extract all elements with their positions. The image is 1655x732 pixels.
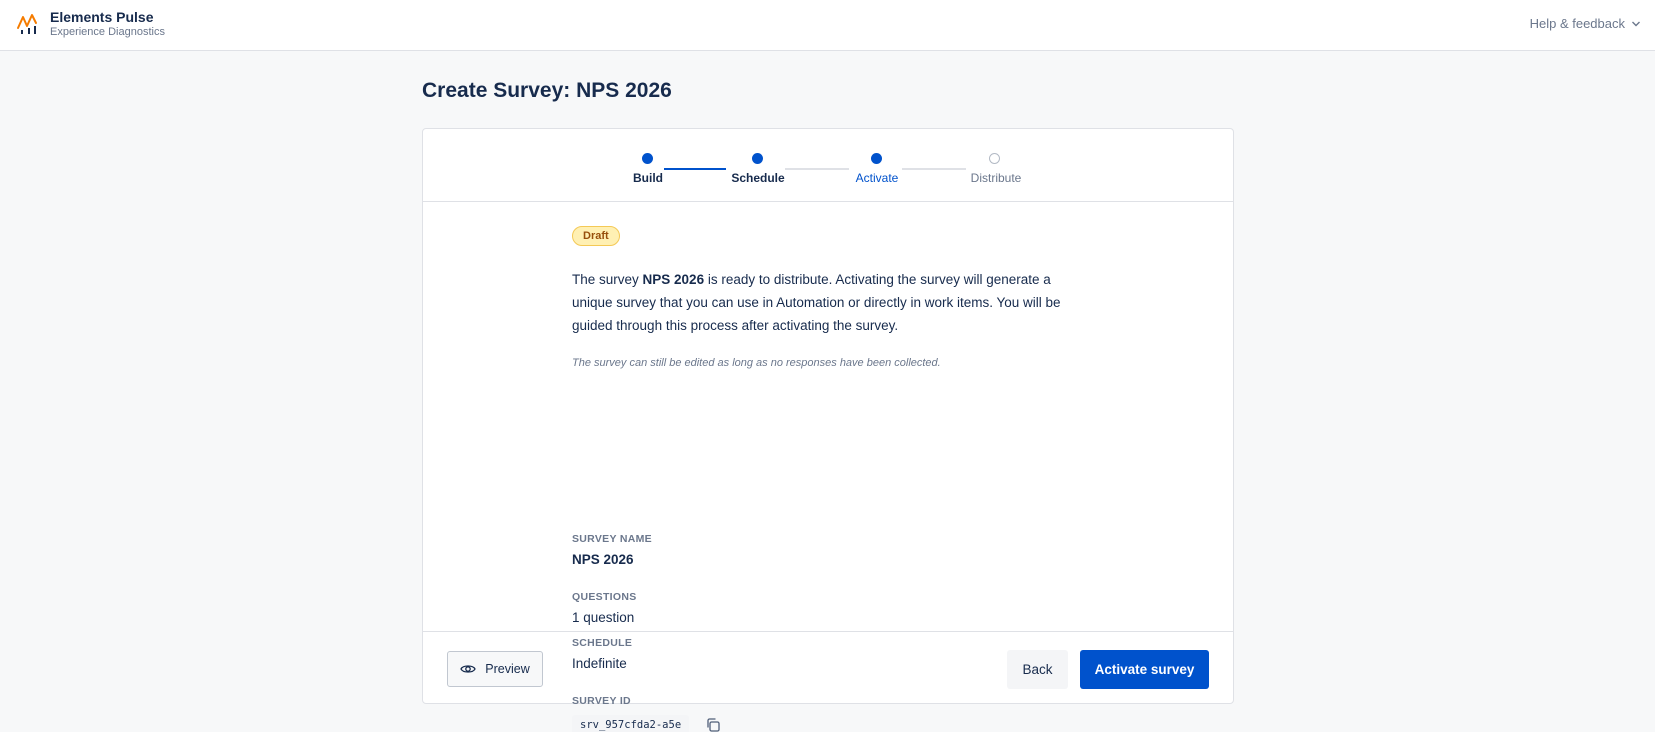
step-label-schedule[interactable]: Schedule bbox=[731, 171, 784, 185]
step-label-build[interactable]: Build bbox=[633, 171, 663, 185]
desc-prefix: The survey bbox=[572, 272, 643, 287]
survey-description: The survey NPS 2026 is ready to distribu… bbox=[572, 268, 1092, 337]
survey-name-value: NPS 2026 bbox=[572, 552, 634, 567]
status-badge: Draft bbox=[572, 226, 620, 246]
brand-name: Elements Pulse bbox=[50, 9, 154, 25]
brand-subtitle: Experience Diagnostics bbox=[50, 26, 165, 38]
preview-label: Preview bbox=[485, 662, 530, 676]
step-dot-schedule bbox=[752, 153, 763, 164]
desc-survey-name: NPS 2026 bbox=[642, 272, 705, 287]
eye-icon bbox=[460, 665, 476, 673]
survey-id-value: srv_957cfda2-a5e bbox=[572, 715, 690, 732]
survey-name-label: SURVEY NAME bbox=[572, 533, 652, 545]
step-dot-activate bbox=[871, 153, 882, 164]
step-connector bbox=[664, 168, 726, 170]
page-title: Create Survey: NPS 2026 bbox=[422, 79, 672, 102]
back-button[interactable]: Back bbox=[1007, 650, 1068, 689]
step-dot-build bbox=[642, 153, 653, 164]
step-label-activate[interactable]: Activate bbox=[856, 171, 899, 185]
chevron-down-icon bbox=[1632, 21, 1640, 26]
step-dot-distribute bbox=[989, 153, 1000, 164]
questions-value: 1 question bbox=[572, 610, 635, 625]
help-feedback-label: Help & feedback bbox=[1529, 16, 1625, 31]
questions-label: QUESTIONS bbox=[572, 591, 637, 603]
progress-stepper: Build Schedule Activate Distribute bbox=[423, 129, 1233, 202]
step-connector bbox=[902, 168, 966, 170]
logo-icon bbox=[17, 14, 37, 34]
top-bar: Elements Pulse Experience Diagnostics He… bbox=[0, 0, 1655, 51]
copy-icon[interactable] bbox=[704, 716, 722, 732]
help-feedback-menu[interactable]: Help & feedback bbox=[1530, 16, 1641, 31]
card-footer: Preview Back Activate survey bbox=[423, 631, 1233, 703]
step-label-distribute: Distribute bbox=[970, 171, 1022, 185]
edit-note: The survey can still be edited as long a… bbox=[572, 357, 941, 369]
survey-card: Build Schedule Activate Distribute Draft… bbox=[422, 128, 1234, 732]
activate-survey-button[interactable]: Activate survey bbox=[1080, 650, 1209, 689]
step-connector bbox=[785, 168, 849, 170]
preview-button[interactable]: Preview bbox=[447, 651, 543, 687]
